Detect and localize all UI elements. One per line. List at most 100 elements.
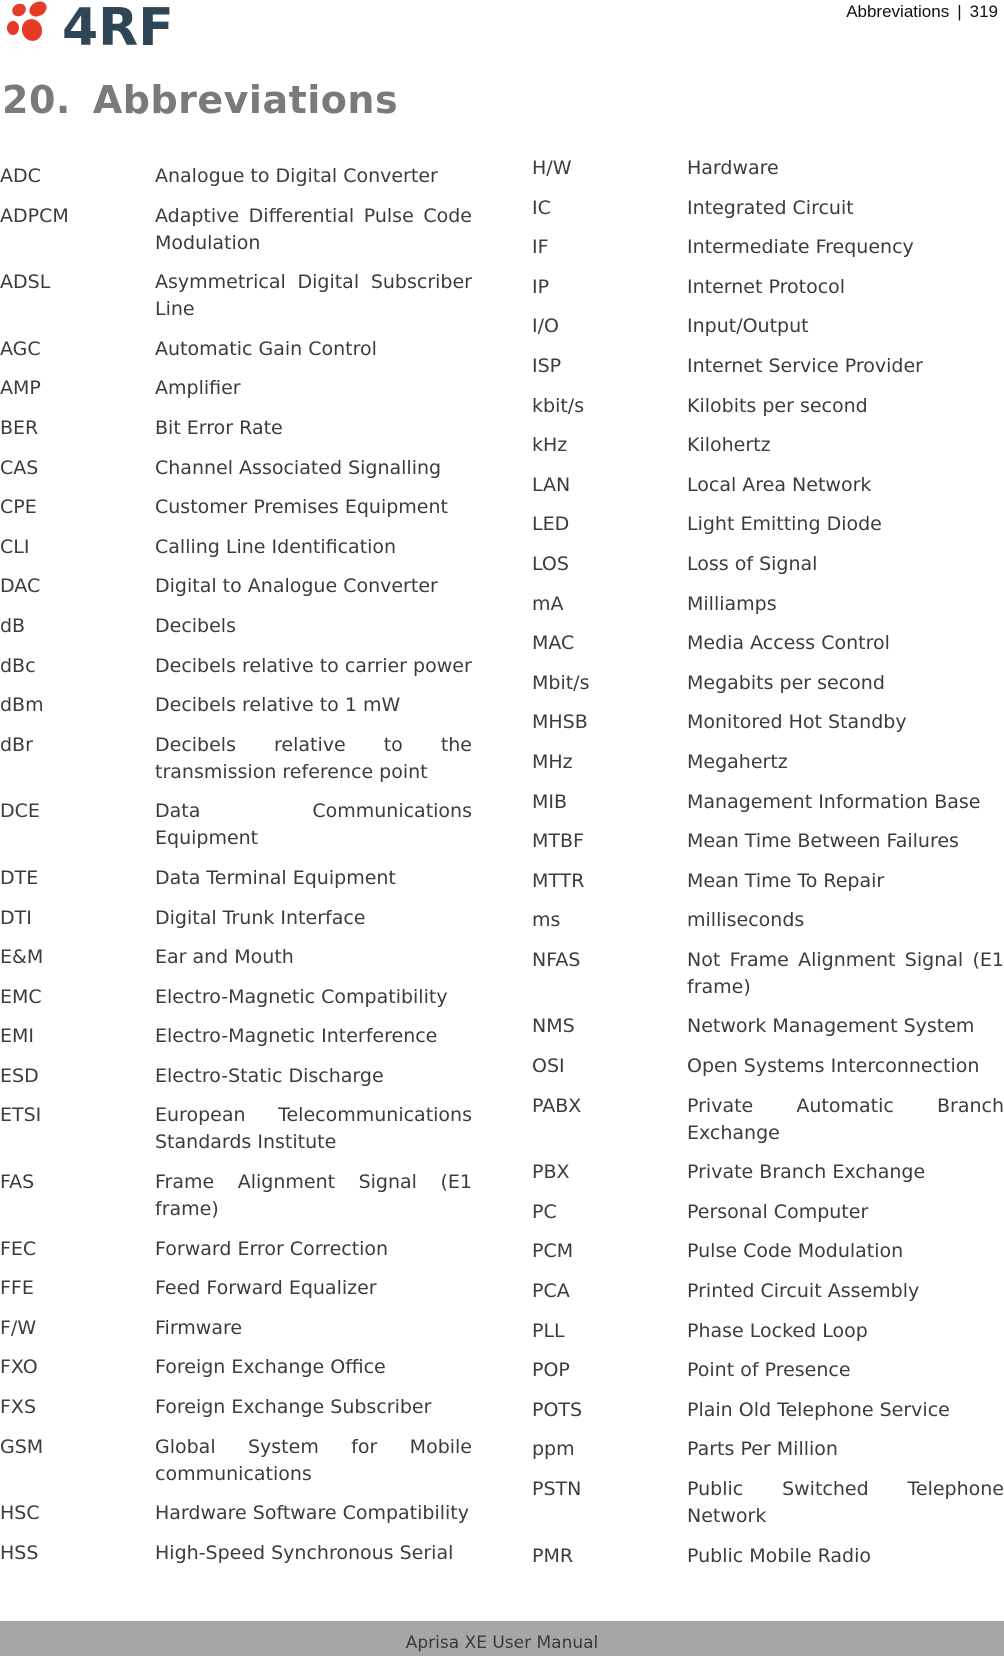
abbreviation-term: PCM (532, 1240, 574, 1263)
abbreviation-row: FXS Foreign Exchange Subscriber (0, 1394, 472, 1421)
abbreviation-row: E&M Ear and Mouth (0, 944, 472, 971)
abbreviation-term: LAN (532, 473, 571, 496)
abbreviation-term: HSS (0, 1541, 39, 1564)
abbreviation-row: F/W Firmware (0, 1315, 472, 1342)
abbreviation-term: NMS (532, 1015, 575, 1038)
abbreviation-definition: Private Automatic Branch Exchange (687, 1094, 1004, 1144)
abbreviation-definition: Personal Computer (687, 1200, 869, 1223)
abbreviation-definition: Megabits per second (687, 671, 885, 694)
abbreviation-term: FFE (0, 1277, 34, 1300)
abbreviation-term: HSC (0, 1502, 40, 1525)
abbreviation-term: ISP (532, 354, 562, 377)
abbreviation-term: H/W (532, 157, 572, 179)
abbreviation-row: LAN Local Area Network (532, 472, 1004, 499)
abbreviation-row: CAS Channel Associated Signalling (0, 455, 472, 482)
abbreviation-definition: Electro-Static Discharge (155, 1064, 384, 1087)
abbreviation-definition: Management Information Base (687, 790, 981, 813)
abbreviation-term: ADSL (0, 271, 51, 294)
abbreviation-row: ISP Internet Service Provider (532, 353, 1004, 380)
abbreviation-definition: Public Switched Telephone Network (687, 1478, 1004, 1527)
abbreviation-row: LED Light Emitting Diode (532, 511, 1004, 538)
abbreviation-definition: Public Mobile Radio (687, 1544, 872, 1567)
abbreviation-term: OSI (532, 1055, 565, 1078)
page-footer: Aprisa XE User Manual (0, 1621, 1004, 1656)
header-separator: | (957, 2, 962, 21)
abbreviation-term: mA (532, 592, 564, 615)
abbreviation-row: PLL Phase Locked Loop (532, 1318, 1004, 1345)
abbreviation-term: IF (532, 236, 549, 259)
abbreviation-term: POTS (532, 1398, 583, 1421)
abbreviation-row: Mbit/s Megabits per second (532, 670, 1004, 697)
abbreviation-term: MIB (532, 790, 568, 813)
logo-text: 4RF (62, 0, 174, 48)
abbreviation-term: F/W (0, 1316, 37, 1339)
company-logo: 4RF (4, 0, 184, 58)
abbreviation-row: PMR Public Mobile Radio (532, 1543, 1004, 1570)
abbreviation-definition: Foreign Exchange Office (155, 1356, 386, 1379)
abbreviation-term: ESD (0, 1064, 39, 1087)
abbreviation-row: MHSB Monitored Hot Standby (532, 709, 1004, 736)
abbreviation-term: BER (0, 416, 39, 439)
abbreviation-definition: Local Area Network (687, 473, 872, 496)
abbreviation-definition: Decibels relative to 1 mW (155, 694, 401, 717)
abbreviation-definition: Open Systems Interconnection (687, 1055, 980, 1078)
abbreviation-term: DTI (0, 906, 32, 929)
abbreviation-definition: Monitored Hot Standby (687, 711, 907, 734)
abbreviation-definition: Light Emitting Diode (687, 513, 882, 536)
abbreviation-term: CPE (0, 496, 37, 519)
abbreviation-term: CLI (0, 535, 30, 558)
abbreviation-row: LOS Loss of Signal (532, 551, 1004, 578)
abbreviation-term: PSTN (532, 1478, 582, 1500)
abbreviation-term: EMI (0, 1025, 35, 1048)
abbreviation-row: DTE Data Terminal Equipment (0, 865, 472, 892)
abbreviation-row: MHz Megahertz (532, 749, 1004, 776)
abbreviation-term: LOS (532, 552, 569, 575)
abbreviation-row: ESD Electro-Static Discharge (0, 1063, 472, 1090)
abbreviation-term: FXO (0, 1356, 38, 1379)
running-header: Abbreviations | 319 (846, 2, 998, 22)
abbreviation-definition: Automatic Gain Control (155, 337, 377, 360)
abbreviation-row: EMI Electro-Magnetic Interference (0, 1023, 472, 1050)
abbreviation-term: LED (532, 513, 570, 536)
abbreviation-definition: Not Frame Alignment Signal (E1 frame) (687, 948, 1004, 998)
abbreviation-definition: Channel Associated Signalling (155, 456, 442, 479)
abbreviation-definition: Firmware (155, 1316, 243, 1339)
abbreviation-definition: Integrated Circuit (687, 196, 854, 219)
abbreviation-definition: Foreign Exchange Subscriber (155, 1396, 432, 1419)
abbreviation-definition: Data Terminal Equipment (155, 866, 396, 889)
abbreviation-term: PMR (532, 1544, 574, 1567)
page-title: 20. Abbreviations (2, 78, 398, 122)
abbreviation-row: FXO Foreign Exchange Office (0, 1354, 472, 1381)
abbreviation-term: DAC (0, 575, 41, 598)
abbreviation-term: MAC (532, 632, 575, 655)
abbreviation-definition: Private Branch Exchange (687, 1161, 926, 1184)
abbreviation-row: NMS Network Management System (532, 1013, 1004, 1040)
abbreviation-term: ADC (0, 165, 41, 187)
abbreviation-definition: Megahertz (687, 750, 788, 773)
abbreviation-definition: Hardware (687, 157, 779, 179)
abbreviation-term: DTE (0, 866, 39, 889)
abbreviation-definition: Kilohertz (687, 434, 771, 457)
abbreviation-row: H/W Hardware (532, 155, 1004, 182)
abbreviation-row: CPE Customer Premises Equipment (0, 494, 472, 521)
chapter-number: 20. (2, 78, 71, 122)
abbreviation-definition: Parts Per Million (687, 1438, 838, 1461)
abbreviation-term: PCA (532, 1280, 570, 1303)
abbreviation-row: dBc Decibels relative to carrier power (0, 653, 472, 680)
abbreviation-term: FEC (0, 1237, 37, 1260)
abbreviation-definition: Ear and Mouth (155, 946, 294, 969)
abbreviation-definition: Amplifier (155, 377, 241, 400)
abbreviation-term: EMC (0, 985, 42, 1008)
abbreviation-term: kHz (532, 434, 568, 457)
abbreviation-row: IP Internet Protocol (532, 274, 1004, 301)
abbreviation-row: dBm Decibels relative to 1 mW (0, 692, 472, 719)
abbreviation-row: ADPCM Adaptive Differential Pulse Code Mo… (0, 203, 472, 257)
abbreviation-term: dB (0, 614, 26, 637)
abbreviation-term: FXS (0, 1396, 37, 1419)
abbreviation-term: dBr (0, 733, 33, 756)
abbreviation-definition: Mean Time To Repair (687, 869, 885, 892)
abbreviation-row: IF Intermediate Frequency (532, 234, 1004, 261)
abbreviation-row: NFAS Not Frame Alignment Signal (E1 frame… (532, 947, 1004, 1001)
abbreviation-row: IC Integrated Circuit (532, 195, 1004, 222)
abbreviation-row: ETSI European Telecommunications Standard… (0, 1102, 472, 1156)
